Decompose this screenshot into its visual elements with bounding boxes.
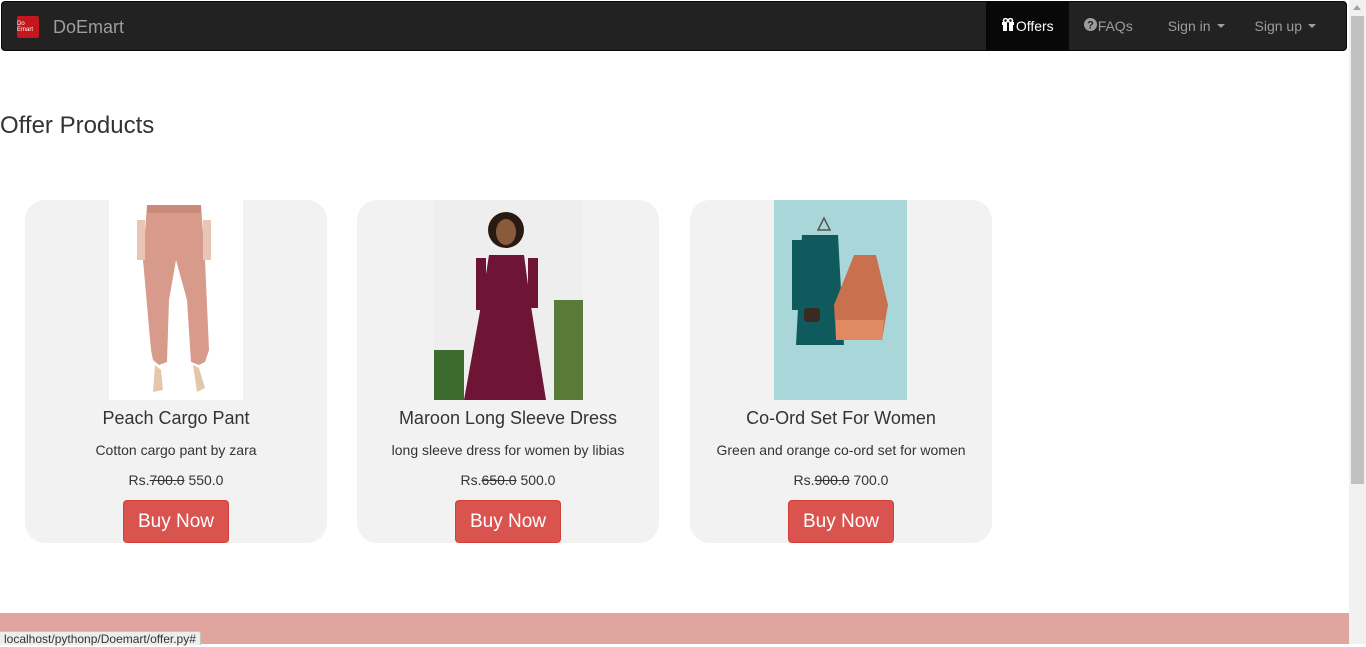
offer-price: 550.0 [188, 472, 224, 488]
nav-offers[interactable]: Offers [985, 2, 1069, 50]
nav-faqs-label: FAQs [1097, 18, 1133, 34]
brand-name: DoEmart [53, 16, 125, 37]
buy-now-button[interactable]: Buy Now [455, 500, 561, 543]
chevron-down-icon [1308, 24, 1316, 28]
product-card: Maroon Long Sleeve Dress long sleeve dre… [357, 200, 659, 543]
product-name: Maroon Long Sleeve Dress [398, 408, 618, 428]
offer-price: 700.0 [853, 472, 889, 488]
nav-sign-up[interactable]: Sign up [1240, 2, 1331, 50]
product-card: Peach Cargo Pant Cotton cargo pant by za… [25, 200, 327, 543]
product-price: Rs.650.0 500.0 [357, 472, 659, 488]
chevron-down-icon [1216, 24, 1225, 28]
product-price: Rs.900.0 700.0 [690, 472, 992, 488]
product-image [774, 200, 907, 400]
navbar: Do Emart DoEmart Offers ? FAQs Sign in S… [1, 1, 1347, 51]
nav-faqs[interactable]: ? FAQs [1069, 2, 1148, 50]
nav-offers-label: Offers [1015, 18, 1054, 34]
gift-icon [1001, 17, 1015, 34]
product-description: Green and orange co-ord set for women [716, 442, 966, 458]
nav-menu: Offers ? FAQs Sign in Sign up [985, 2, 1331, 50]
product-image [109, 200, 243, 400]
old-price: 900.0 [814, 472, 850, 488]
svg-text:?: ? [1087, 20, 1094, 32]
brand-logo: Do Emart [17, 16, 39, 38]
nav-sign-in[interactable]: Sign in [1148, 2, 1240, 50]
old-price: 700.0 [149, 472, 185, 488]
offer-price: 500.0 [520, 472, 556, 488]
currency-label: Rs. [460, 472, 482, 488]
scroll-thumb[interactable] [1351, 16, 1364, 484]
buy-now-button[interactable]: Buy Now [123, 500, 229, 543]
vertical-scrollbar[interactable] [1349, 0, 1366, 644]
product-name: Co-Ord Set For Women [746, 408, 936, 428]
question-circle-icon: ? [1083, 18, 1097, 34]
nav-sign-up-label: Sign up [1254, 18, 1302, 34]
nav-sign-in-label: Sign in [1167, 18, 1211, 34]
brand-link[interactable]: Do Emart DoEmart [17, 2, 124, 52]
product-image [434, 200, 583, 400]
status-bar-url: localhost/pythonp/Doemart/offer.py# [0, 631, 201, 646]
footer [0, 613, 1349, 644]
currency-label: Rs. [128, 472, 150, 488]
product-price: Rs.700.0 550.0 [25, 472, 327, 488]
product-card: Co-Ord Set For Women Green and orange co… [690, 200, 992, 543]
old-price: 650.0 [481, 472, 517, 488]
product-name: Peach Cargo Pant [102, 408, 250, 428]
product-description: long sleeve dress for women by libias [391, 442, 625, 458]
buy-now-button[interactable]: Buy Now [788, 500, 894, 543]
page-title: Offer Products [0, 112, 155, 139]
scroll-up-icon[interactable] [1353, 5, 1361, 10]
product-description: Cotton cargo pant by zara [95, 442, 257, 458]
currency-label: Rs. [793, 472, 815, 488]
